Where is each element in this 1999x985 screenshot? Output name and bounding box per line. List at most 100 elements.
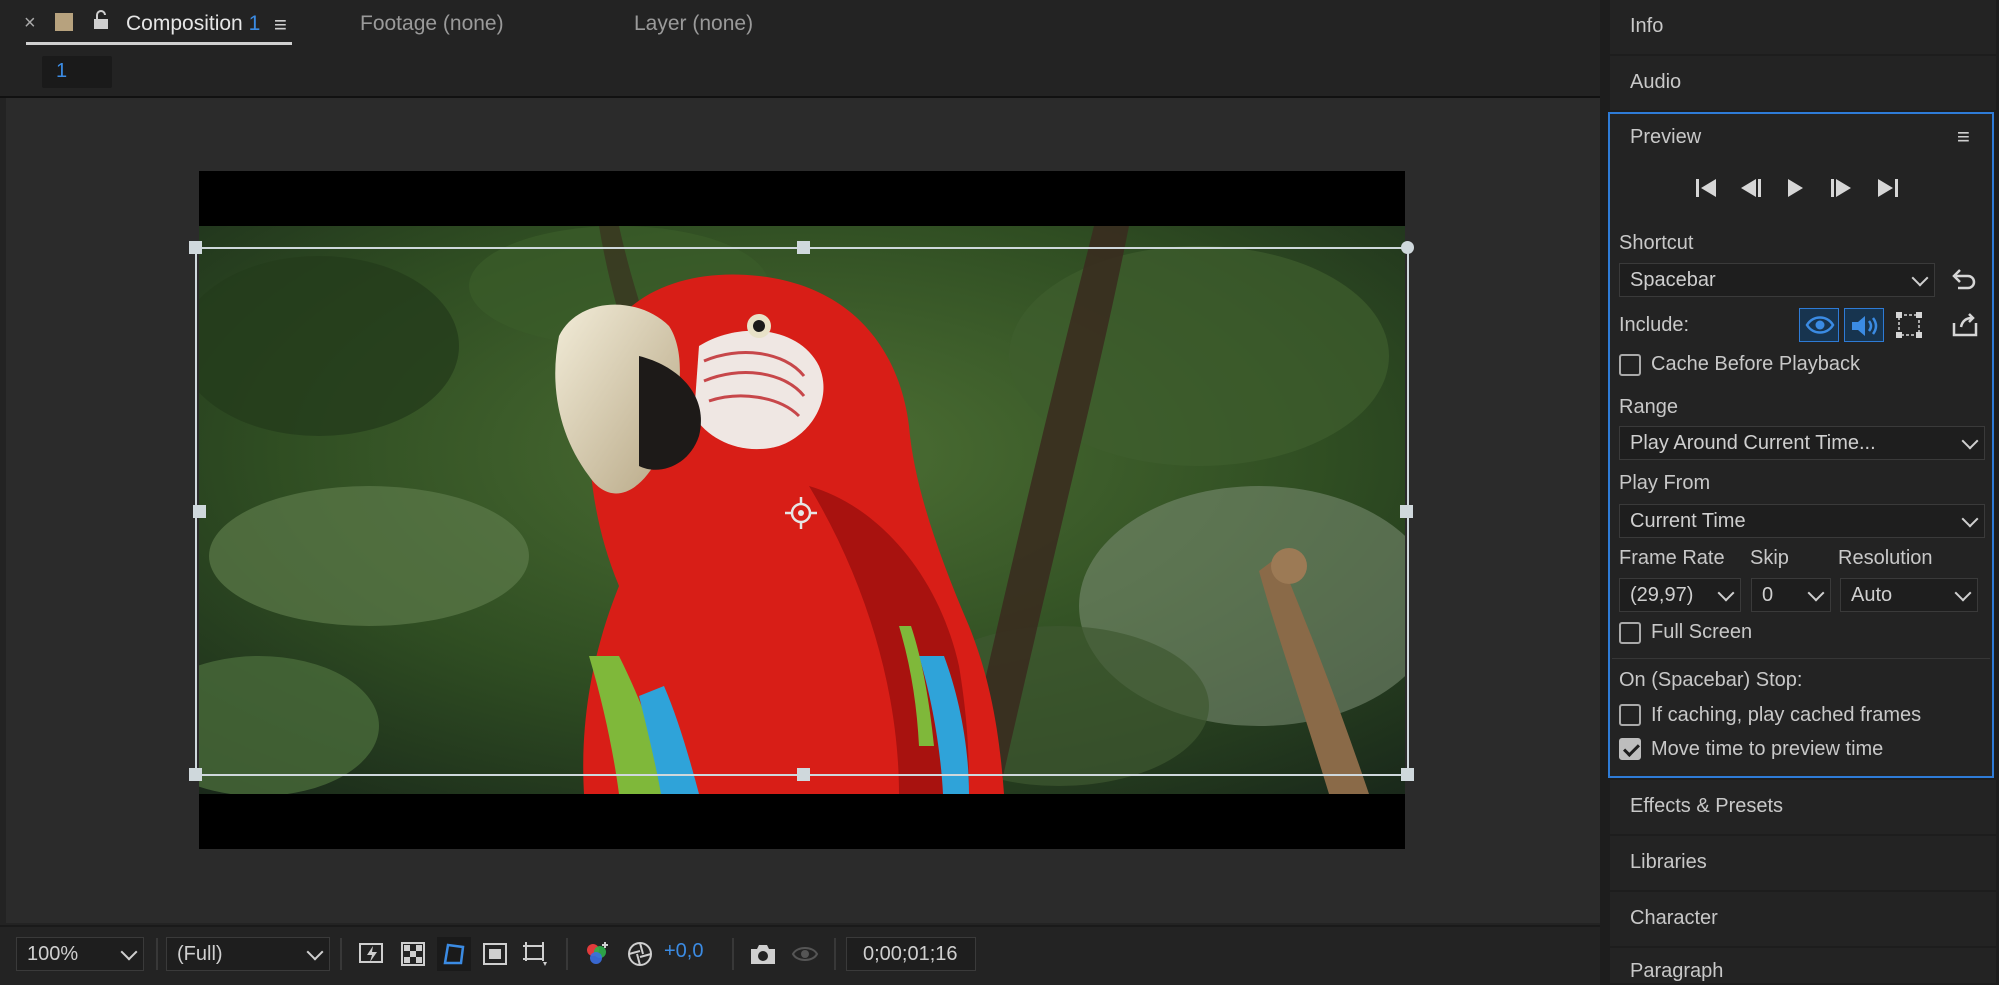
- transform-handle[interactable]: [1401, 241, 1414, 254]
- tab-footage[interactable]: Footage (none): [360, 12, 504, 36]
- active-tab-underline: [26, 42, 292, 45]
- frame-rate-label: Frame Rate: [1619, 547, 1725, 569]
- magnification-dropdown[interactable]: 100%: [16, 937, 144, 971]
- current-time-display[interactable]: 0;00;01;16: [846, 937, 976, 971]
- skip-label: Skip: [1750, 547, 1789, 569]
- tab-composition-label: Composition: [126, 12, 243, 35]
- move-time-checkbox[interactable]: [1619, 738, 1641, 760]
- move-time-label: Move time to preview time: [1651, 738, 1884, 760]
- magnification-value: 100%: [27, 943, 79, 965]
- composition-navigator-item[interactable]: 1: [42, 56, 112, 88]
- panel-libraries[interactable]: Libraries: [1610, 836, 1996, 890]
- transform-handle[interactable]: [193, 505, 206, 518]
- shortcut-label: Shortcut: [1619, 232, 1694, 254]
- last-frame-icon[interactable]: [1874, 177, 1900, 199]
- previous-frame-icon[interactable]: [1738, 177, 1764, 199]
- resolution-value: (Full): [177, 943, 223, 965]
- if-caching-label: If caching, play cached frames: [1651, 704, 1922, 726]
- range-value: Play Around Current Time...: [1630, 432, 1876, 454]
- chevron-down-icon: [1911, 269, 1929, 287]
- anchor-point-icon[interactable]: [784, 496, 818, 530]
- panel-preview-title: Preview: [1630, 126, 1702, 148]
- resolution-label: Resolution: [1838, 547, 1933, 569]
- play-from-value: Current Time: [1630, 510, 1746, 532]
- panel-libraries-label: Libraries: [1630, 851, 1707, 873]
- divider: [340, 938, 342, 970]
- reset-exposure-icon[interactable]: [623, 937, 657, 971]
- speaker-icon: [1852, 316, 1878, 336]
- resolution-dropdown[interactable]: (Full): [166, 937, 330, 971]
- fast-previews-icon[interactable]: [355, 937, 389, 971]
- divider: [1612, 658, 1990, 659]
- range-dropdown[interactable]: Play Around Current Time...: [1619, 426, 1985, 460]
- divider: [834, 938, 836, 970]
- preview-resolution-value: Auto: [1851, 584, 1893, 606]
- tab-menu-icon[interactable]: ≡: [274, 12, 287, 38]
- panel-effects-label: Effects & Presets: [1630, 795, 1784, 817]
- chevron-down-icon: [1807, 584, 1825, 602]
- cache-before-playback-checkbox[interactable]: [1619, 354, 1641, 376]
- panel-character-label: Character: [1630, 907, 1718, 929]
- panel-paragraph[interactable]: Paragraph: [1610, 948, 1996, 983]
- include-label: Include:: [1619, 314, 1690, 336]
- range-label: Range: [1619, 396, 1678, 418]
- panel-audio[interactable]: Audio: [1610, 56, 1996, 110]
- full-screen-label: Full Screen: [1651, 621, 1753, 643]
- transform-handle[interactable]: [797, 768, 810, 781]
- transparency-grid-icon[interactable]: [396, 937, 430, 971]
- panel-effects-presets[interactable]: Effects & Presets: [1610, 780, 1996, 834]
- panel-menu-icon[interactable]: ≡: [1957, 124, 1970, 150]
- play-from-label: Play From: [1619, 472, 1711, 494]
- on-stop-label: On (Spacebar) Stop:: [1619, 669, 1803, 691]
- transform-handle[interactable]: [797, 241, 810, 254]
- transform-handle[interactable]: [189, 768, 202, 781]
- include-audio-toggle[interactable]: [1844, 308, 1884, 342]
- mask-visibility-icon[interactable]: [437, 937, 471, 971]
- frame-rate-dropdown[interactable]: (29,97): [1619, 578, 1741, 612]
- preview-resolution-dropdown[interactable]: Auto: [1840, 578, 1978, 612]
- tab-composition[interactable]: Composition 1: [126, 12, 260, 36]
- divider: [156, 938, 158, 970]
- unlock-icon[interactable]: [92, 10, 110, 30]
- play-icon[interactable]: [1784, 177, 1806, 199]
- shortcut-dropdown[interactable]: Spacebar: [1619, 263, 1935, 297]
- close-icon[interactable]: ×: [24, 12, 36, 35]
- skip-value: 0: [1762, 584, 1774, 606]
- cache-before-playback-label: Cache Before Playback: [1651, 353, 1861, 375]
- skip-dropdown[interactable]: 0: [1751, 578, 1831, 612]
- full-screen-checkbox[interactable]: [1619, 622, 1641, 644]
- exposure-value[interactable]: +0,0: [664, 940, 703, 963]
- external-monitor-icon[interactable]: [1951, 311, 1979, 339]
- play-from-dropdown[interactable]: Current Time: [1619, 504, 1985, 538]
- chevron-down-icon: [1717, 584, 1735, 602]
- panel-info[interactable]: Info: [1610, 0, 1996, 54]
- flowchart-bar: 1: [0, 52, 1600, 98]
- grid-guides-icon[interactable]: [519, 937, 553, 971]
- reset-shortcut-icon[interactable]: [1950, 266, 1978, 294]
- shortcut-value: Spacebar: [1630, 269, 1716, 291]
- include-video-toggle[interactable]: [1799, 308, 1839, 342]
- if-caching-checkbox[interactable]: [1619, 704, 1641, 726]
- transform-handle[interactable]: [1400, 505, 1413, 518]
- panel-paragraph-label: Paragraph: [1630, 960, 1724, 982]
- frame-rate-value: (29,97): [1630, 584, 1694, 606]
- composition-tab-bar: × Composition 1 ≡ Footage (none) Layer (…: [0, 0, 1600, 50]
- panel-info-label: Info: [1630, 15, 1664, 37]
- divider: [732, 938, 734, 970]
- chevron-down-icon: [306, 943, 324, 961]
- next-frame-icon[interactable]: [1828, 177, 1854, 199]
- channel-colors-icon[interactable]: [580, 937, 614, 971]
- transform-handle[interactable]: [1401, 768, 1414, 781]
- include-overlays-icon[interactable]: [1895, 311, 1923, 339]
- tab-layer[interactable]: Layer (none): [634, 12, 753, 36]
- panel-character[interactable]: Character: [1610, 892, 1996, 946]
- chevron-down-icon: [1961, 510, 1979, 528]
- snapshot-camera-icon[interactable]: [746, 937, 780, 971]
- transform-handle[interactable]: [189, 241, 202, 254]
- chevron-down-icon: [1961, 432, 1979, 450]
- region-of-interest-icon[interactable]: [478, 937, 512, 971]
- show-snapshot-icon[interactable]: [788, 937, 822, 971]
- eye-icon: [1805, 316, 1835, 334]
- first-frame-icon[interactable]: [1694, 177, 1720, 199]
- composition-color-swatch-icon: [55, 13, 73, 31]
